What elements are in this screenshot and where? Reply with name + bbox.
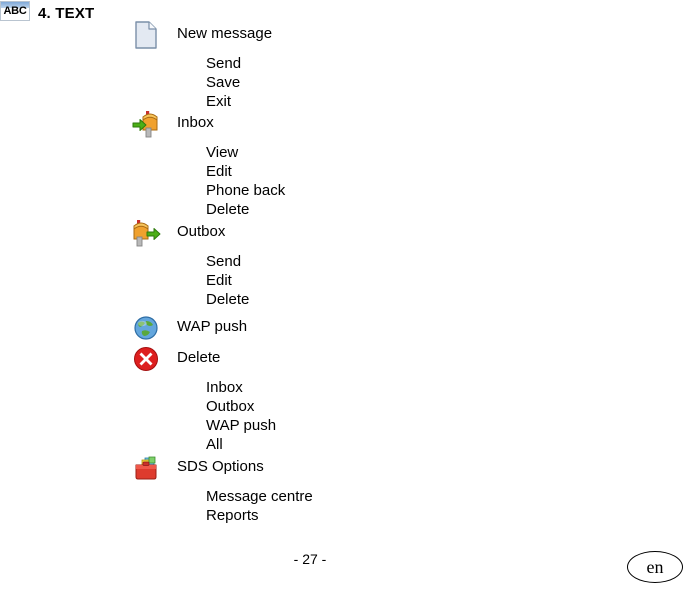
- page-title: 4. TEXT: [38, 4, 95, 22]
- menu-subitem-inbox[interactable]: Inbox: [206, 378, 243, 397]
- new-document-icon: [131, 20, 163, 50]
- menu-group-label: WAP push: [177, 318, 248, 335]
- page-header: ABC 4. TEXT: [0, 0, 94, 26]
- menu-group-label: New message: [177, 25, 273, 42]
- menu-subitem-message-centre[interactable]: Message centre: [206, 487, 313, 506]
- menu-subitem-wap-push[interactable]: WAP push: [206, 416, 276, 435]
- globe-icon: [131, 313, 163, 343]
- delete-cross-icon: [131, 344, 163, 374]
- language-badge: en: [627, 551, 684, 585]
- menu-subitem-exit[interactable]: Exit: [206, 92, 231, 111]
- menu-subitem-save[interactable]: Save: [206, 73, 240, 92]
- menu-subitem-delete[interactable]: Delete: [206, 200, 249, 219]
- sds-options-toolbox-icon: [131, 453, 163, 483]
- menu-group-label: Outbox: [177, 223, 226, 240]
- menu-subitem-send[interactable]: Send: [206, 54, 241, 73]
- abc-spellcheck-icon: ABC: [0, 1, 30, 21]
- language-badge-label: en: [646, 556, 664, 577]
- menu-subitem-outbox[interactable]: Outbox: [206, 397, 254, 416]
- inbox-mailbox-icon: [131, 109, 163, 139]
- outbox-mailbox-icon: [131, 218, 163, 248]
- menu-subitem-delete[interactable]: Delete: [206, 290, 249, 309]
- page-number: - 27 -: [293, 551, 327, 567]
- abc-icon-label: ABC: [3, 5, 27, 17]
- menu-subitem-edit[interactable]: Edit: [206, 162, 232, 181]
- menu-group-label: SDS Options: [177, 458, 264, 475]
- menu-subitem-all[interactable]: All: [206, 435, 223, 454]
- menu-subitem-send[interactable]: Send: [206, 252, 241, 271]
- menu-subitem-view[interactable]: View: [206, 143, 238, 162]
- menu-subitem-edit[interactable]: Edit: [206, 271, 232, 290]
- menu-group-label: Inbox: [177, 114, 214, 131]
- menu-subitem-phone-back[interactable]: Phone back: [206, 181, 285, 200]
- menu-subitem-reports[interactable]: Reports: [206, 506, 259, 525]
- menu-group-label: Delete: [177, 349, 221, 366]
